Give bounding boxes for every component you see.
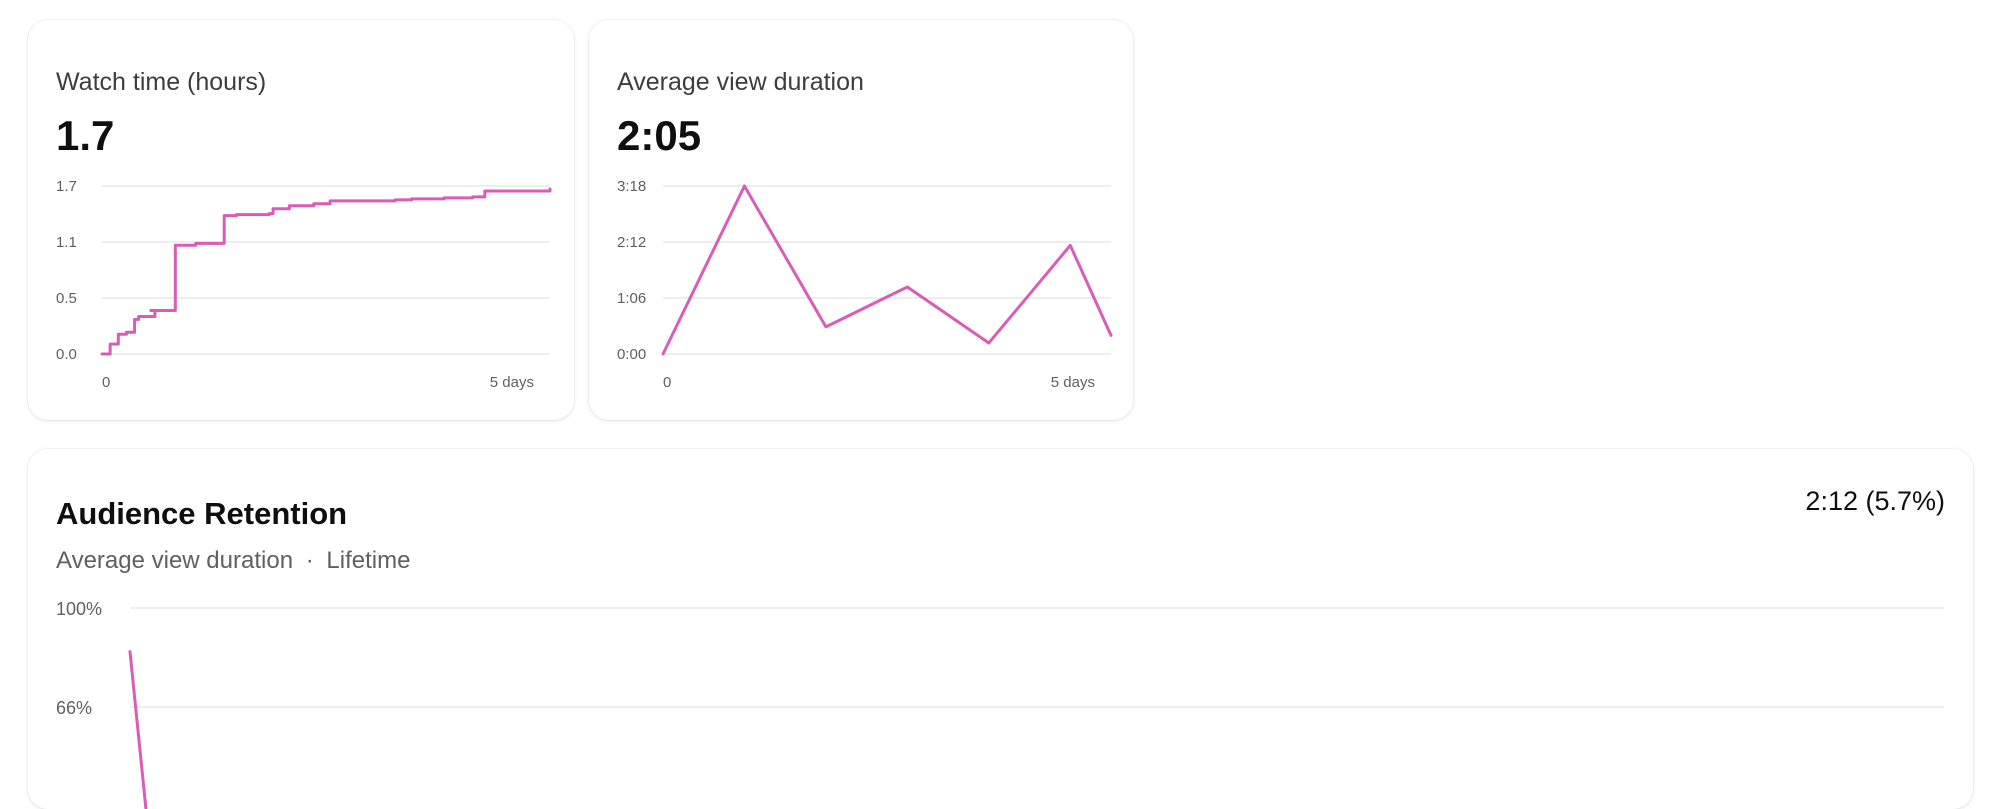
retention-y-tick-label: 66%: [56, 698, 92, 718]
avg-view-duration-card[interactable]: Average view duration 2:05 3:18 2:12 1:06 0…: [589, 20, 1133, 420]
avg-view-duration-y-tick-label: 3:18: [617, 178, 646, 195]
audience-retention-chart: 100% 66%: [56, 599, 1944, 809]
avg-view-duration-y-tick-label: 1:06: [617, 290, 646, 307]
watch-time-x-tick-label: 0: [102, 374, 110, 391]
avg-view-duration-x-tick-label: 5 days: [1051, 374, 1095, 391]
watch-time-y-tick-label: 0.5: [56, 290, 77, 307]
retention-y-tick-label: 100%: [56, 599, 102, 619]
watch-time-y-tick-label: 0.0: [56, 346, 77, 363]
avg-view-duration-x-tick-label: 0: [663, 374, 671, 391]
avg-view-duration-y-tick-label: 0:00: [617, 346, 646, 363]
watch-time-card[interactable]: Watch time (hours) 1.7 1.7 1.1 0.5 0.0 0 5 da…: [28, 20, 574, 420]
watch-time-x-tick-label: 5 days: [490, 374, 534, 391]
avg-view-duration-y-tick-label: 2:12: [617, 234, 646, 251]
avg-view-duration-series-line: [661, 184, 1113, 356]
retention-series-line: [128, 650, 148, 809]
watch-time-series-line: [100, 187, 552, 356]
audience-retention-card[interactable]: Audience Retention Average view duration…: [28, 449, 1973, 809]
avg-view-duration-chart: 3:18 2:12 1:06 0:00 0 5 days: [617, 178, 1113, 391]
watch-time-y-tick-label: 1.1: [56, 234, 77, 251]
watch-time-y-tick-label: 1.7: [56, 178, 77, 195]
watch-time-chart: 1.7 1.1 0.5 0.0 0 5 days: [56, 178, 552, 391]
